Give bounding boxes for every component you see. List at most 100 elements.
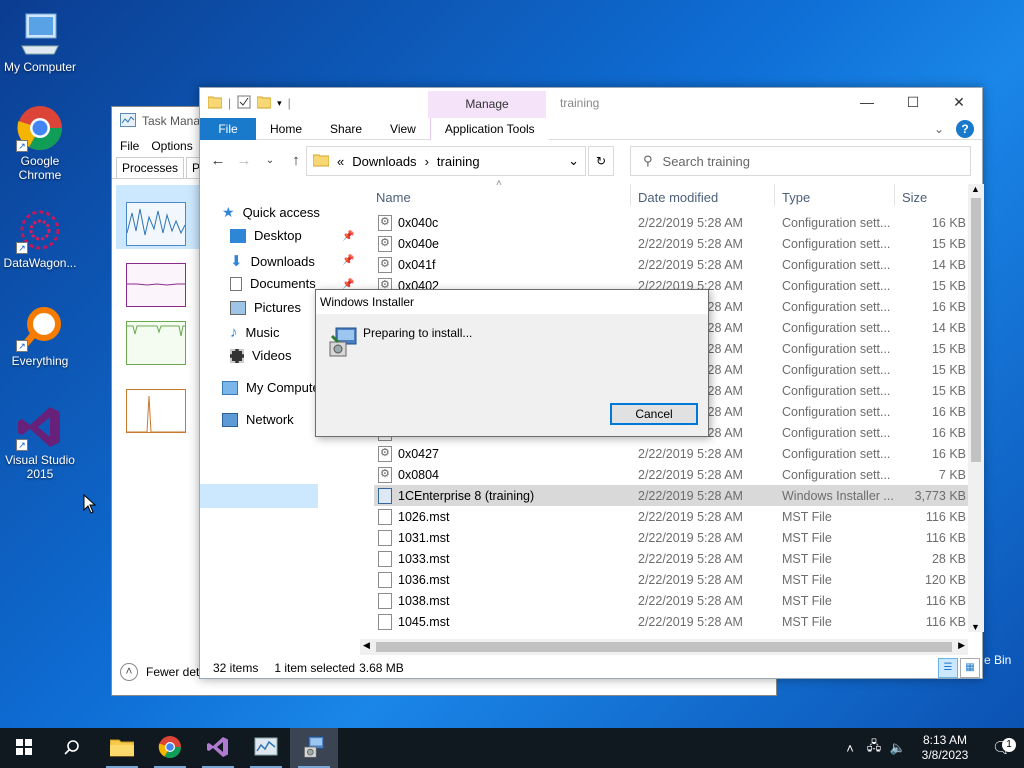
search-icon: ⚲ — [643, 153, 653, 168]
up-arrow-icon[interactable]: ↑ — [286, 152, 306, 169]
file-row[interactable]: 1045.mst 2/22/2019 5:28 AM MST File 116 KB — [374, 611, 970, 632]
column-header-date-modified[interactable]: Date modified — [638, 190, 718, 205]
refresh-icon[interactable]: ↻ — [588, 146, 614, 176]
taskbar-search-button[interactable] — [48, 728, 96, 768]
help-icon[interactable]: ? — [956, 120, 974, 138]
scroll-down-icon[interactable]: ▼ — [971, 622, 980, 632]
file-row[interactable]: 0x040e 2/22/2019 5:28 AM Configuration set… — [374, 233, 970, 254]
large-icons-view-icon[interactable]: ▦ — [960, 658, 980, 678]
desktop-icon-chrome[interactable]: ↗ Google Chrome — [0, 104, 80, 182]
address-dropdown-icon[interactable]: ⌄ — [568, 153, 579, 169]
tab-view[interactable]: View — [376, 118, 430, 140]
file-name-cell: 0x0804 — [378, 466, 439, 483]
pin-icon[interactable]: 📌 — [342, 255, 354, 266]
file-type: MST File — [782, 614, 832, 629]
horizontal-scrollbar[interactable]: ◀ ▶ — [360, 639, 968, 655]
taskbar-file-explorer[interactable] — [98, 728, 146, 768]
recent-locations-icon[interactable]: ⌄ — [260, 155, 280, 166]
file-type: Configuration sett... — [782, 215, 891, 230]
column-header-name[interactable]: Name — [376, 190, 411, 205]
breadcrumb-training[interactable]: training — [437, 154, 480, 169]
dialog-title[interactable]: Windows Installer — [316, 290, 708, 314]
nav-item-quick-access[interactable]: ★ Quick access — [222, 204, 320, 221]
nav-item-my-computer[interactable]: My Compute — [222, 380, 320, 395]
file-row[interactable]: 0x0427 2/22/2019 5:28 AM Configuration set… — [374, 443, 970, 464]
customize-toolbar-icon[interactable]: ▾ — [277, 98, 282, 109]
windows-installer-dialog[interactable]: Windows Installer Preparing to install..… — [315, 289, 709, 437]
nav-item-music[interactable]: ♪ Music — [230, 324, 279, 341]
new-folder-icon[interactable] — [256, 95, 272, 112]
desktop-icon-my-computer[interactable]: My Computer — [0, 10, 80, 74]
tab-file[interactable]: File — [200, 117, 256, 140]
cancel-button[interactable]: Cancel — [610, 403, 698, 425]
vertical-scroll-thumb[interactable] — [971, 198, 981, 462]
close-icon[interactable]: ✕ — [936, 88, 982, 118]
tab-home[interactable]: Home — [256, 118, 316, 140]
details-view-icon[interactable]: ☰ — [938, 658, 958, 678]
expand-ribbon-icon[interactable]: ⌄ — [934, 122, 944, 136]
checkbox-icon[interactable] — [237, 95, 251, 112]
search-input[interactable]: ⚲ Search training — [630, 146, 971, 176]
taskbar-windows-installer[interactable] — [290, 728, 338, 768]
nav-item-pictures[interactable]: Pictures — [230, 300, 301, 315]
column-header-size[interactable]: Size — [902, 190, 927, 205]
file-row[interactable]: 1033.mst 2/22/2019 5:28 AM MST File 28 KB — [374, 548, 970, 569]
properties-icon[interactable]: | — [228, 96, 231, 110]
taskbar-chrome[interactable] — [146, 728, 194, 768]
tab-application-tools[interactable]: Application Tools — [429, 117, 549, 140]
file-row[interactable]: 1026.mst 2/22/2019 5:28 AM MST File 116 KB — [374, 506, 970, 527]
recycle-bin-label[interactable]: e Bin — [984, 653, 1011, 667]
desktop-icon-datawagon[interactable]: ↗ DataWagon... — [0, 206, 80, 270]
file-row[interactable]: 1CEnterprise 8 (training) 2/22/2019 5:28 … — [374, 485, 970, 506]
network-icon[interactable]: 🖧 — [862, 737, 886, 759]
tab-processes[interactable]: Processes — [116, 157, 185, 178]
menu-file[interactable]: File — [120, 139, 139, 153]
scroll-left-icon[interactable]: ◀ — [363, 640, 370, 651]
chevron-right-icon[interactable]: › — [425, 154, 429, 169]
forward-arrow-icon[interactable]: → — [234, 152, 254, 169]
window-title: training — [560, 96, 600, 110]
minimize-icon[interactable]: — — [844, 88, 890, 118]
file-row[interactable]: 1038.mst 2/22/2019 5:28 AM MST File 116 KB — [374, 590, 970, 611]
column-header-type[interactable]: Type — [782, 190, 810, 205]
nav-item-documents[interactable]: Documents — [230, 276, 316, 291]
breadcrumb-downloads[interactable]: Downloads — [352, 154, 416, 169]
action-center-button[interactable]: 🗨 1 — [980, 738, 1024, 758]
vertical-scrollbar[interactable]: ▲ ▼ — [968, 184, 984, 632]
address-bar[interactable]: « Downloads › training ⌄ — [306, 146, 586, 176]
file-type: MST File — [782, 593, 832, 608]
datawagon-icon: ↗ — [16, 206, 64, 254]
address-overflow[interactable]: « — [337, 154, 344, 169]
chevron-up-icon[interactable]: ˄ — [838, 741, 862, 756]
menu-options[interactable]: Options — [151, 139, 192, 153]
file-type: Configuration sett... — [782, 257, 891, 272]
maximize-icon[interactable]: ☐ — [890, 88, 936, 118]
file-row[interactable]: 0x0804 2/22/2019 5:28 AM Configuration set… — [374, 464, 970, 485]
file-date: 2/22/2019 5:28 AM — [638, 446, 743, 461]
scroll-up-icon[interactable]: ▲ — [971, 184, 980, 194]
pin-icon[interactable]: 📌 — [342, 231, 354, 242]
file-row[interactable]: 1036.mst 2/22/2019 5:28 AM MST File 120 KB — [374, 569, 970, 590]
scroll-right-icon[interactable]: ▶ — [958, 640, 965, 651]
file-row[interactable]: 0x040c 2/22/2019 5:28 AM Configuration set… — [374, 212, 970, 233]
horizontal-scroll-thumb[interactable] — [376, 642, 952, 652]
file-row[interactable]: 0x041f 2/22/2019 5:28 AM Configuration set… — [374, 254, 970, 275]
manage-context-tab[interactable]: Manage — [428, 91, 546, 118]
back-arrow-icon[interactable]: ← — [208, 152, 228, 169]
volume-icon[interactable]: 🔈 — [886, 740, 910, 756]
tab-share[interactable]: Share — [316, 118, 376, 140]
nav-selection-highlight — [200, 484, 318, 508]
explorer-titlebar[interactable]: | ▾ | Manage training — ☐ ✕ — [200, 88, 982, 118]
file-row[interactable]: 1031.mst 2/22/2019 5:28 AM MST File 116 KB — [374, 527, 970, 548]
clock[interactable]: 8:13 AM 3/8/2023 — [910, 733, 980, 763]
taskbar-visual-studio[interactable] — [194, 728, 242, 768]
nav-item-network[interactable]: Network — [222, 412, 294, 427]
nav-item-videos[interactable]: Videos — [230, 348, 292, 363]
nav-item-downloads[interactable]: ⬇ Downloads — [230, 252, 315, 270]
fewer-details-toggle[interactable]: ˄ Fewer deta — [120, 663, 206, 681]
desktop-icon-everything[interactable]: ↗ Everything — [0, 304, 80, 368]
taskbar-task-manager[interactable] — [242, 728, 290, 768]
desktop-icon-visual-studio[interactable]: ↗ Visual Studio 2015 — [0, 403, 80, 481]
start-button[interactable] — [0, 728, 48, 768]
nav-item-desktop[interactable]: Desktop — [230, 228, 302, 243]
